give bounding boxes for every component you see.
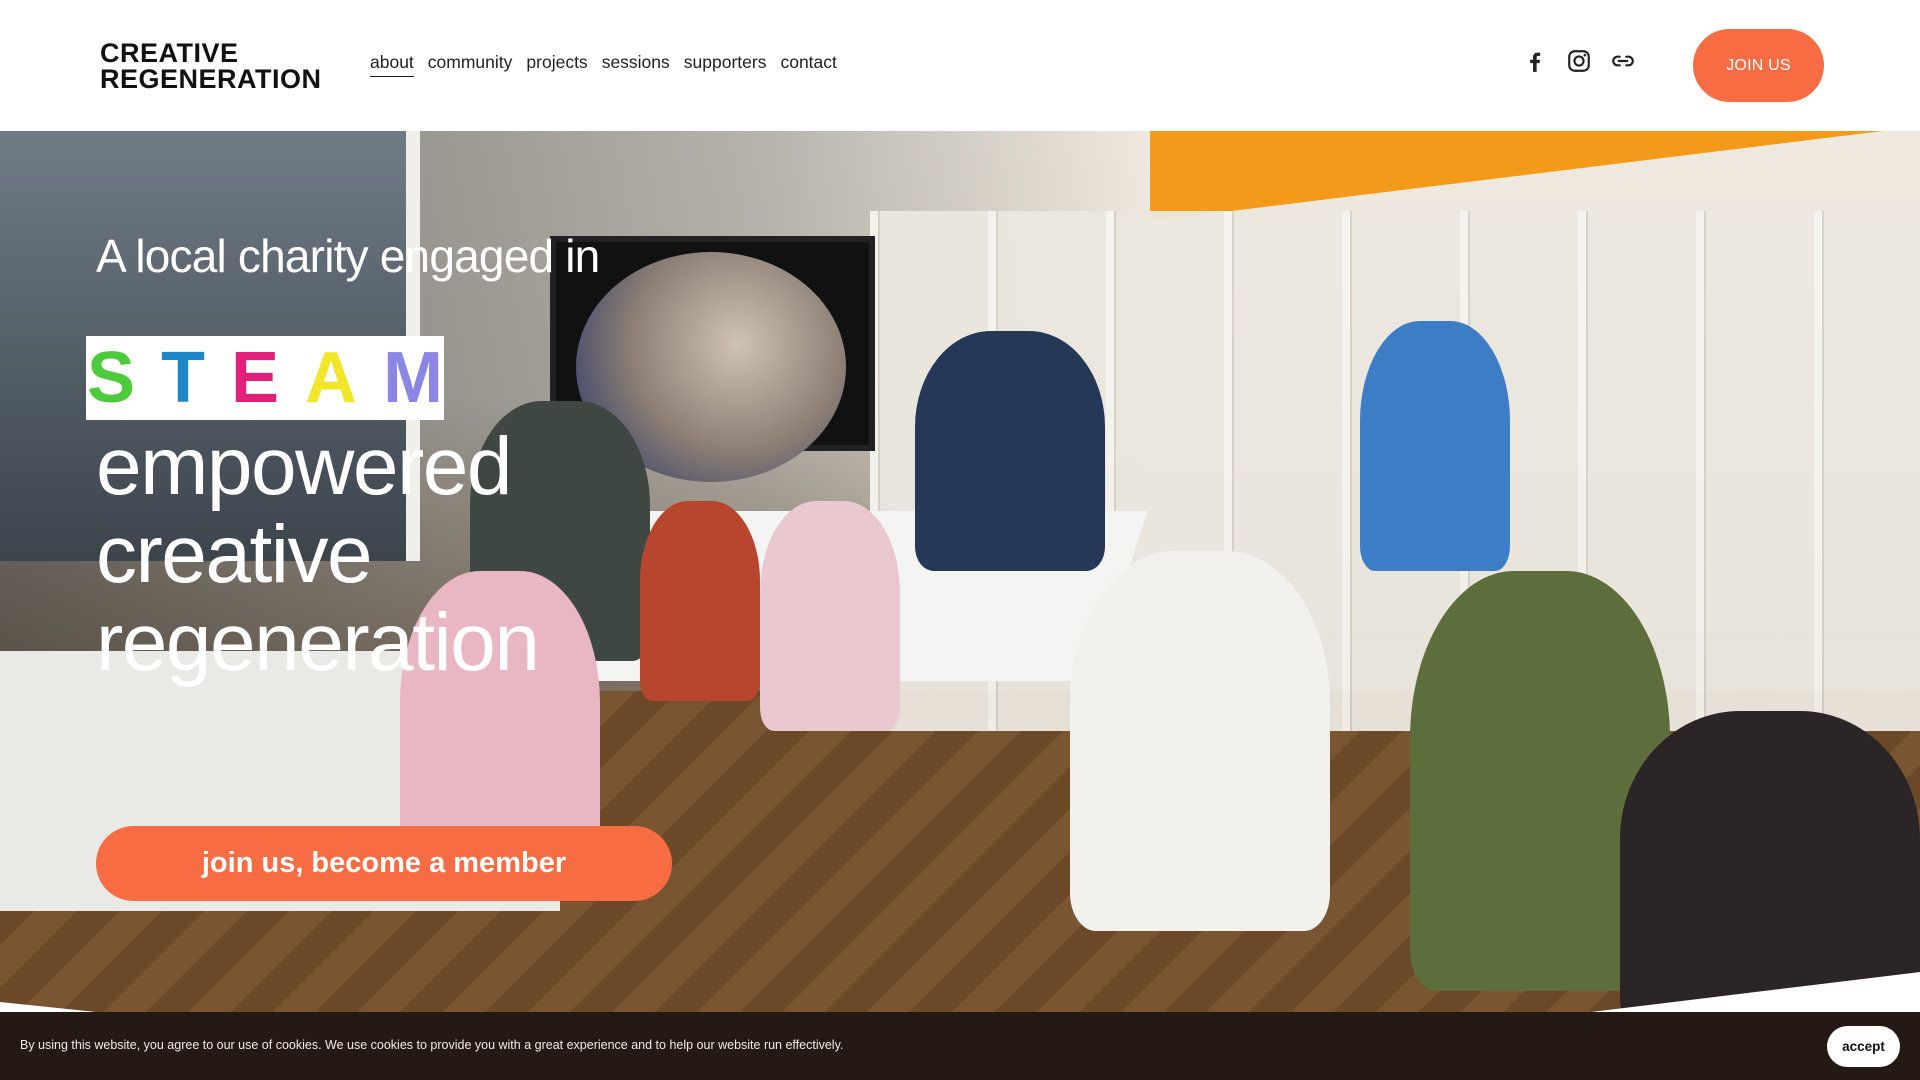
steam-letter-e: E [231,338,280,418]
nav-supporters[interactable]: supporters [684,52,767,77]
hero-photo-person [1070,551,1330,931]
instagram-icon[interactable] [1566,48,1592,74]
hero-line-empowered: empowered [96,421,512,512]
accept-cookies-button[interactable]: accept [1827,1026,1900,1067]
join-us-button[interactable]: JOIN US [1693,29,1824,102]
site-header: CREATIVE REGENERATION about community pr… [0,0,1920,131]
become-member-button[interactable]: join us, become a member [96,826,672,901]
hero-photo-wall [1150,131,1920,221]
logo-line-1: CREATIVE [100,38,239,68]
steam-letter-a: A [305,338,358,418]
hero-intro: A local charity engaged in [96,230,600,282]
link-icon[interactable] [1610,48,1636,74]
social-links [1522,48,1636,74]
cookie-banner: By using this website, you agree to our … [0,1012,1920,1080]
hero-photo-person [1620,711,1920,1012]
site-logo[interactable]: CREATIVE REGENERATION [100,38,322,94]
hero-photo-person [640,501,760,701]
steam-letter-s: S [86,338,136,418]
steam-badge: S T E A M [86,336,444,420]
steam-letter-t: T [161,338,205,418]
steam-letter-m: M [383,338,444,418]
hero-section: A local charity engaged in S T E A M emp… [0,131,1920,1012]
nav-projects[interactable]: projects [526,52,587,77]
nav-about[interactable]: about [370,52,414,77]
facebook-icon[interactable] [1522,48,1548,74]
main-nav: about community projects sessions suppor… [370,52,837,77]
hero-photo-person [760,501,900,731]
nav-community[interactable]: community [428,52,513,77]
nav-contact[interactable]: contact [780,52,836,77]
logo-line-2: REGENERATION [100,64,322,94]
hero-line-creative: creative [96,509,373,600]
nav-sessions[interactable]: sessions [602,52,670,77]
cookie-text: By using this website, you agree to our … [20,1038,844,1052]
hero-line-regeneration: regeneration [96,597,540,688]
hero-photo-person [1360,321,1510,571]
hero-photo-person [915,331,1105,571]
